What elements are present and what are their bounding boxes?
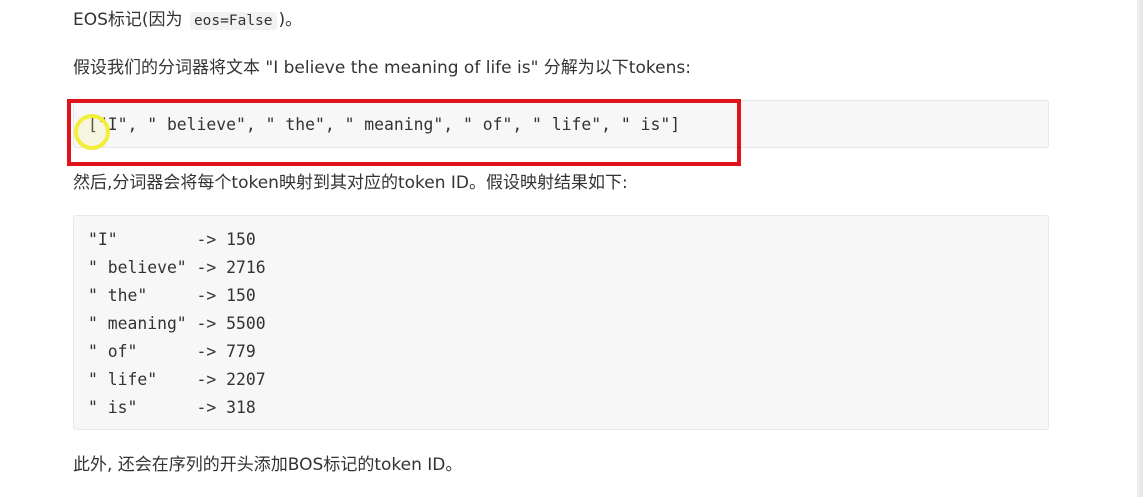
paragraph-bos-note: 此外, 还会在序列的开头添加BOS标记的token ID。 <box>73 455 463 475</box>
mapping-line: "I" -> 150 <box>88 230 256 249</box>
inline-code-eos-false: eos=False <box>189 12 277 30</box>
red-highlight-annotation <box>67 99 741 166</box>
code-block-token-mapping: "I" -> 150 " believe" -> 2716 " the" -> … <box>73 215 1049 430</box>
paragraph-eos-note: EOS标记(因为 eos=False)。 <box>73 8 302 33</box>
mapping-line: " life" -> 2207 <box>88 370 266 389</box>
paragraph-mapping-intro: 然后,分词器会将每个token映射到其对应的token ID。假设映射结果如下: <box>73 173 628 193</box>
mapping-line: " the" -> 150 <box>88 286 256 305</box>
mapping-line: " of" -> 779 <box>88 342 256 361</box>
eos-note-suffix: )。 <box>278 10 303 30</box>
paragraph-tokenizer-intro: 假设我们的分词器将文本 "I believe the meaning of li… <box>73 58 691 78</box>
eos-note-prefix: EOS标记(因为 <box>73 10 188 30</box>
mouse-cursor-highlight-icon <box>74 114 110 150</box>
mapping-line: " believe" -> 2716 <box>88 258 266 277</box>
mapping-line: " is" -> 318 <box>88 398 256 417</box>
window-edge <box>1137 0 1143 497</box>
mapping-line: " meaning" -> 5500 <box>88 314 266 333</box>
